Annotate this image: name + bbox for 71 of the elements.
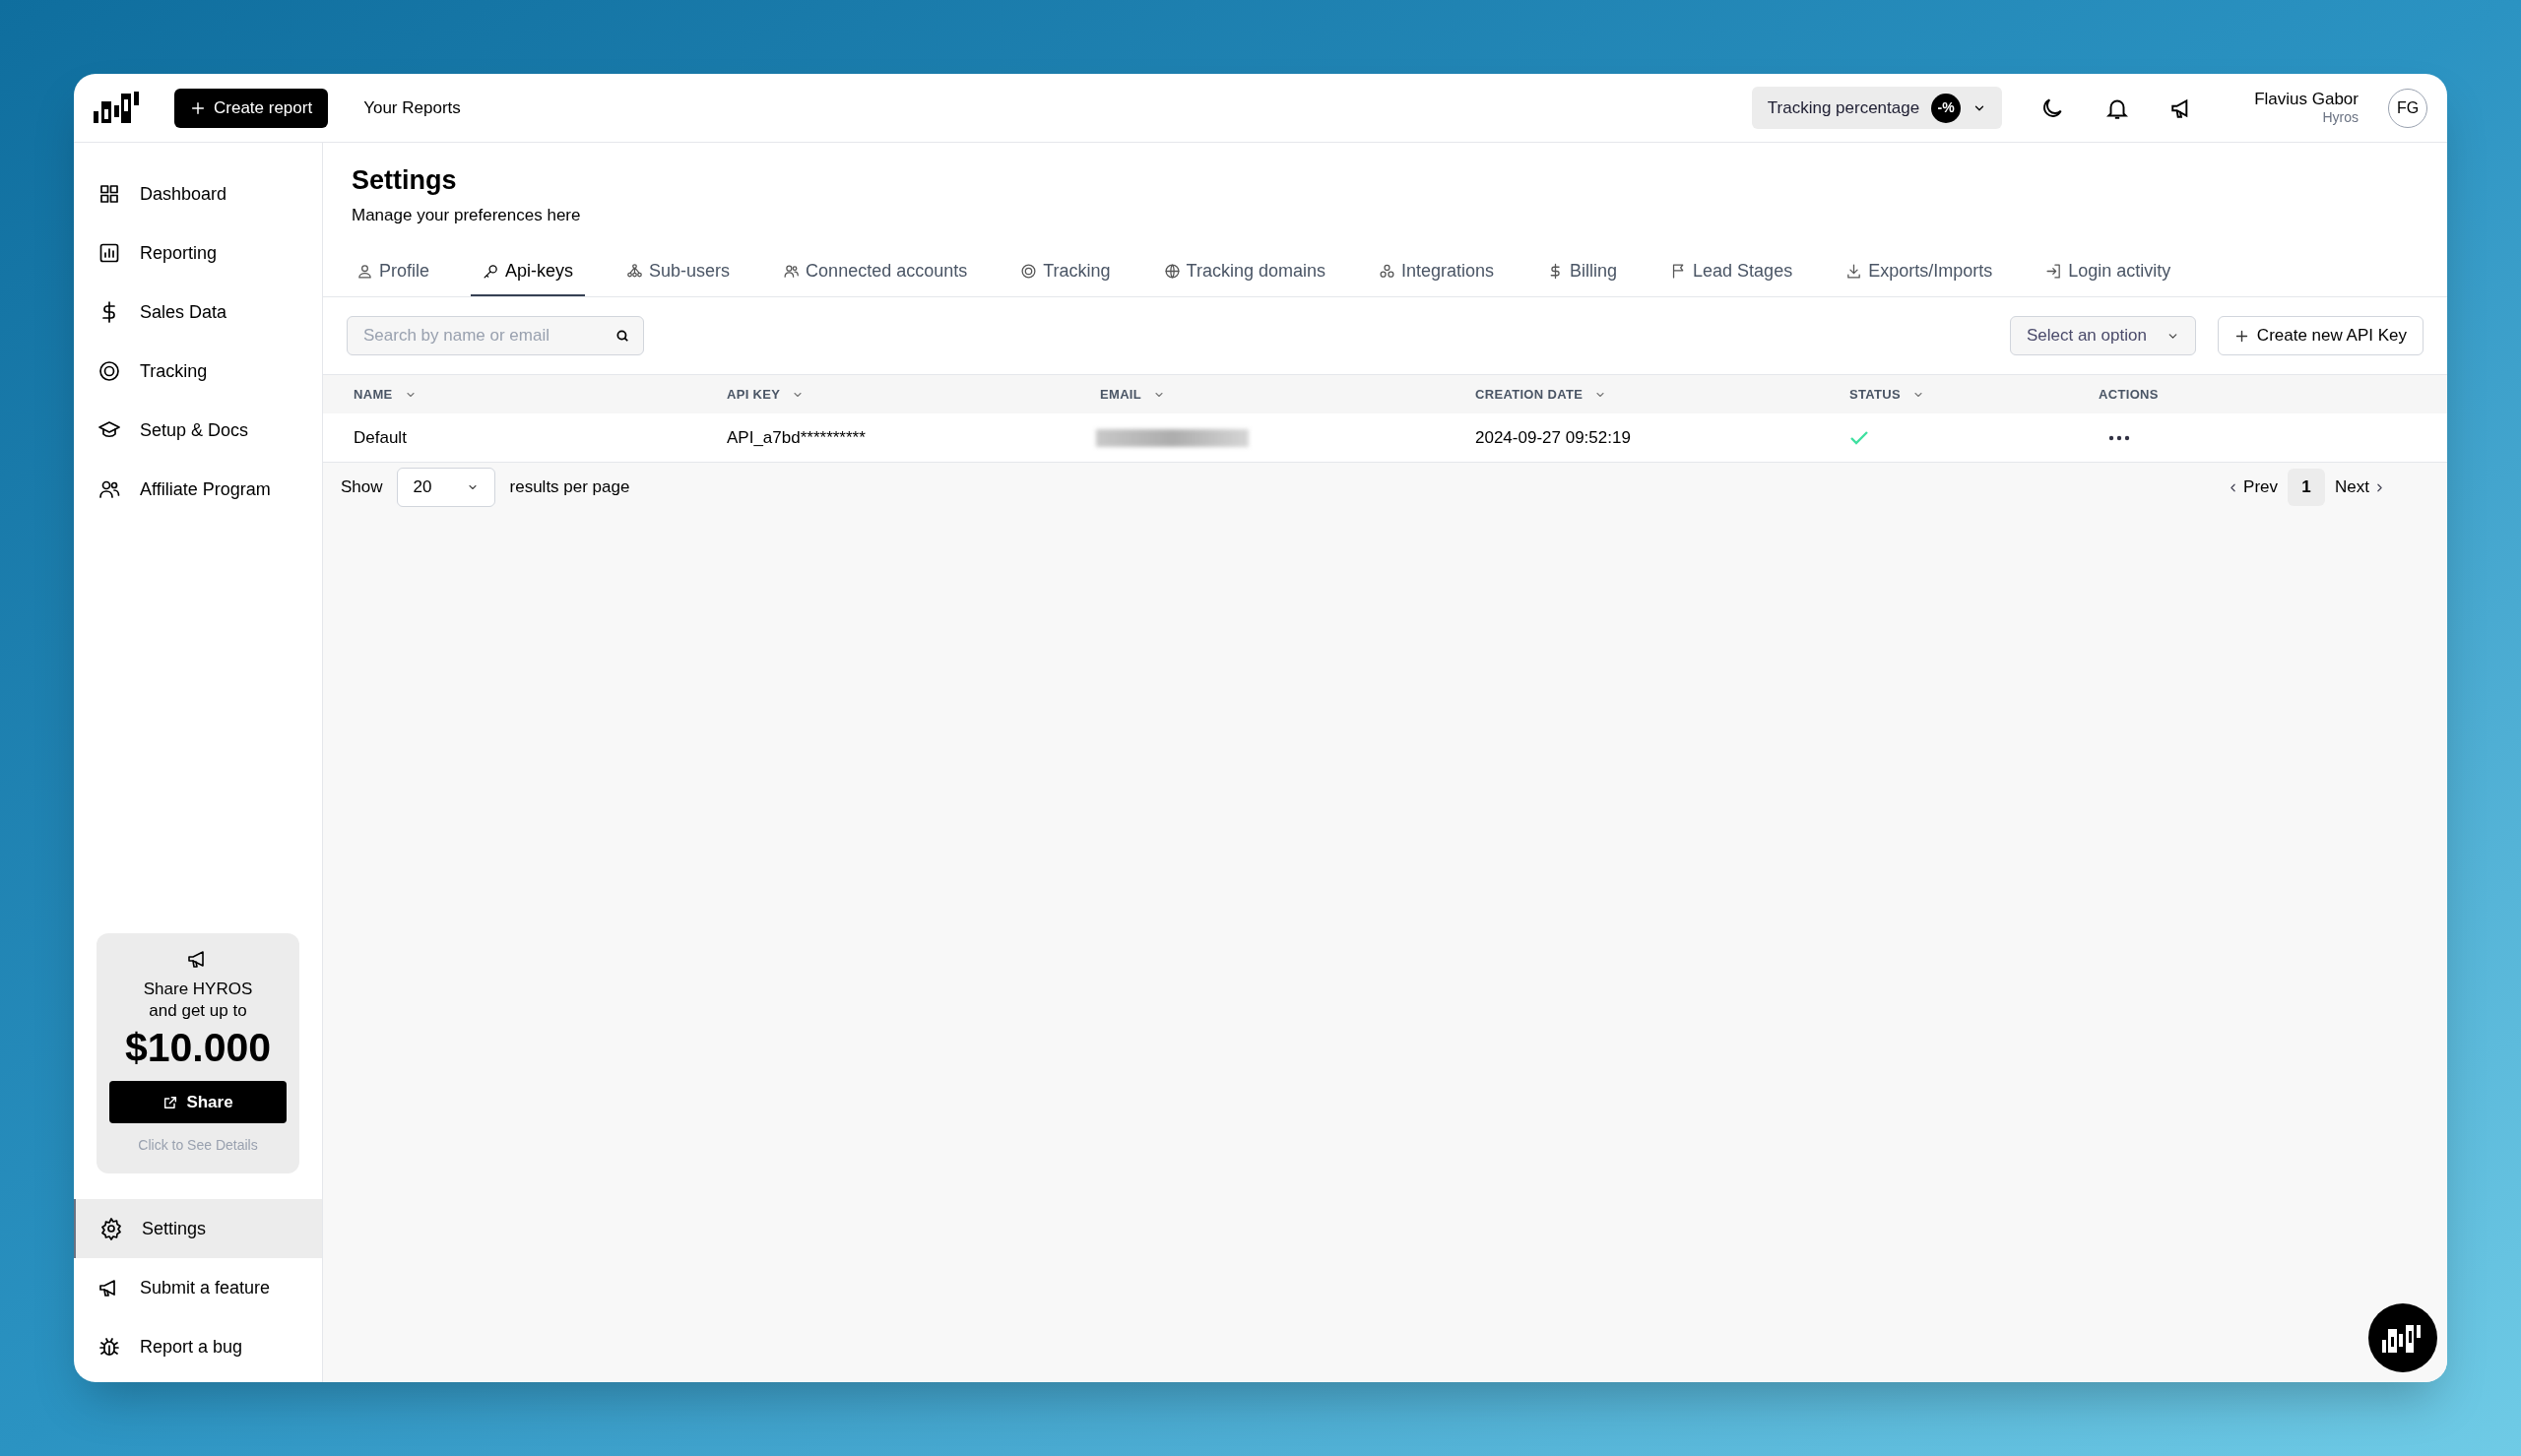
tab[interactable]: Integrations (1366, 247, 1507, 296)
sidebar-item[interactable]: Report a bug (74, 1317, 322, 1376)
circles-icon (1378, 262, 1395, 280)
column-header: CREATION DATE (1475, 385, 1584, 404)
page-number-button[interactable]: 1 (2288, 469, 2326, 506)
sidebar-item[interactable]: Setup & Docs (74, 401, 322, 460)
bug-icon (97, 1335, 121, 1359)
column-header: API KEY (727, 385, 781, 404)
your-reports-link[interactable]: Your Reports (363, 95, 461, 121)
table-cell-text: API_a7bd********** (727, 426, 866, 449)
plus-icon (2233, 328, 2249, 344)
logo-icon[interactable] (94, 91, 139, 125)
column-header: EMAIL (1100, 385, 1142, 404)
share-button[interactable]: Share (109, 1081, 287, 1123)
table-cell-text: 2024-09-27 09:52:19 (1475, 426, 1631, 449)
more-icon[interactable] (2108, 434, 2130, 441)
search-icon[interactable] (615, 329, 629, 343)
grid-icon (97, 182, 121, 206)
percentage-badge: -% (1931, 93, 1962, 123)
promo-text: Share HYROS (143, 979, 253, 1000)
tab[interactable]: Exports/Imports (1834, 247, 2005, 296)
sidebar-item[interactable]: Reporting (74, 223, 322, 283)
tab[interactable]: Billing (1535, 247, 1630, 296)
login-icon (2045, 262, 2063, 280)
create-report-button[interactable]: Create report (174, 88, 329, 128)
settings-icon (99, 1217, 123, 1240)
page-title: Settings (352, 164, 458, 197)
key-icon (483, 262, 500, 280)
results-per-page-label: results per page (509, 476, 630, 499)
user-name: Flavius Gabor (2254, 89, 2359, 110)
promo-amount: $10.000 (124, 1023, 272, 1072)
filter-select[interactable]: Select an option (2009, 316, 2196, 355)
tracking-percentage-select[interactable]: Tracking percentage -% (1751, 87, 2003, 129)
sidebar-item[interactable]: Sales Data (74, 283, 322, 342)
create-api-key-button[interactable]: Create new API Key (2217, 316, 2424, 355)
user-icon (356, 262, 373, 280)
column-header: NAME (354, 385, 393, 404)
tab[interactable]: Connected accounts (771, 247, 980, 296)
external-link-icon (162, 1094, 179, 1110)
tab[interactable]: Api-keys (471, 247, 586, 296)
target-icon (97, 359, 121, 383)
globe-icon (1163, 262, 1181, 280)
tab[interactable]: Tracking domains (1151, 247, 1337, 296)
prev-page-button[interactable]: Prev (2227, 475, 2279, 500)
sidebar-item[interactable]: Dashboard (74, 164, 322, 223)
tab[interactable]: Sub-users (614, 247, 743, 296)
search-field[interactable]: Search by name or email (347, 316, 644, 355)
target-icon (1020, 262, 1038, 280)
column-header: ACTIONS (2099, 385, 2159, 404)
tab[interactable]: Tracking (1008, 247, 1123, 296)
show-label: Show (341, 476, 383, 499)
column-header: STATUS (1849, 385, 1902, 404)
page-subtitle: Manage your preferences here (352, 204, 582, 226)
download-icon (1845, 262, 1863, 280)
page-size-select[interactable]: 20 (396, 468, 495, 507)
tracking-percentage-label: Tracking percentage (1767, 96, 1920, 119)
logo-fab[interactable] (2368, 1303, 2437, 1372)
organization-name: Hyros (2322, 109, 2359, 127)
sidebar-item[interactable]: Affiliate Program (74, 460, 322, 519)
promo-text: and get up to (149, 999, 247, 1021)
tab[interactable]: Login activity (2034, 247, 2183, 296)
hierarchy-icon (626, 262, 644, 280)
sidebar-item[interactable]: Tracking (74, 342, 322, 401)
sidebar-item[interactable]: Submit a feature (74, 1258, 322, 1317)
plus-icon (190, 99, 206, 116)
tab[interactable]: Lead Stages (1658, 247, 1805, 296)
sidebar-item[interactable]: Settings (74, 1199, 322, 1258)
bar-chart-icon (97, 241, 121, 265)
table-cell-text: Default (354, 426, 407, 449)
next-page-button[interactable]: Next (2335, 475, 2386, 500)
tab[interactable]: Profile (345, 247, 442, 296)
